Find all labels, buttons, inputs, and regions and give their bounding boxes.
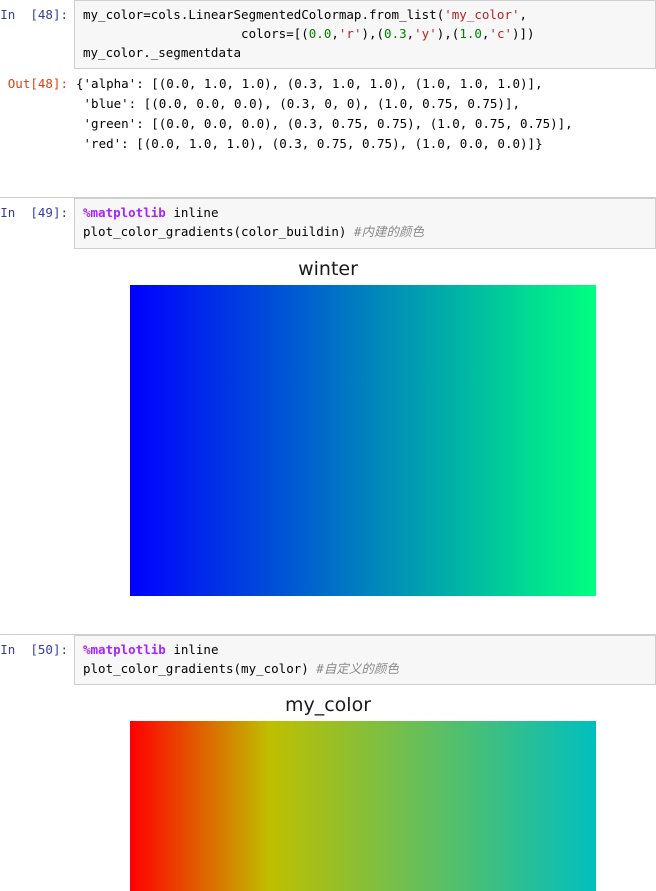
code-token-str: 'c' — [489, 25, 512, 41]
text-output-48: {'alpha': [(0.0, 1.0, 1.0), (0.3, 1.0, 1… — [74, 69, 656, 160]
code-token-plain: colors=[( — [83, 25, 309, 41]
code-token-plain: inline — [165, 205, 219, 221]
code-editor-50[interactable]: %matplotlib inline plot_color_gradients(… — [74, 634, 656, 686]
code-token-num: 0.0 — [308, 25, 332, 41]
cell-gap — [0, 159, 656, 197]
cell-prompt-out-48: Out[48]: — [7, 76, 68, 92]
code-token-num: 0.3 — [384, 25, 407, 41]
notebook-cell-input-48[interactable]: In [48]: my_color=cols.LinearSegmentedCo… — [0, 0, 656, 70]
code-token-magic: %matplotlib — [83, 205, 166, 221]
code-token-str: 'r' — [338, 25, 362, 41]
figure-title-winter: winter — [298, 257, 358, 280]
code-token-plain: , — [331, 25, 339, 41]
code-token-plain: ),( — [361, 25, 385, 41]
colormap-gradient-bar-mycolor — [130, 721, 596, 891]
cell-prompt-in-50: In [50]: — [0, 641, 68, 657]
figure-axes-mycolor — [0, 721, 656, 891]
cell-prompt-in-48: In [48]: — [0, 7, 68, 22]
figure-output-mycolor: my_color — [0, 685, 656, 891]
code-token-plain: inline — [165, 641, 219, 657]
notebook-cell-output-48: Out[48]: {'alpha': [(0.0, 1.0, 1.0), (0.… — [0, 69, 656, 160]
figure-output-winter: winter — [0, 248, 656, 596]
notebook-cell-input-50[interactable]: In [50]: %matplotlib inline plot_color_g… — [0, 633, 656, 686]
code-token-plain: ),( — [436, 25, 460, 41]
notebook-cell-input-49[interactable]: In [49]: %matplotlib inline plot_color_g… — [0, 197, 656, 249]
figure-title-mycolor: my_color — [284, 694, 372, 717]
code-token-plain: plot_color_gradients(my_color) — [83, 660, 317, 676]
code-token-str: 'y' — [414, 25, 437, 41]
code-token-plain: , — [519, 7, 528, 22]
code-token-num: 1.0 — [459, 25, 482, 41]
code-editor-49[interactable]: %matplotlib inline plot_color_gradients(… — [74, 198, 656, 249]
figure-axes-winter — [0, 284, 656, 596]
code-token-plain: my_color._segmentdata — [83, 44, 242, 60]
cell-prompt-in-49: In [49]: — [0, 205, 68, 221]
notebook: In [48]: my_color=cols.LinearSegmentedCo… — [0, 0, 656, 891]
code-token-plain: my_color=cols.LinearSegmentedColormap.fr… — [83, 7, 445, 22]
code-token-cmt: #自定义的颜色 — [316, 660, 399, 676]
code-editor-48[interactable]: my_color=cols.LinearSegmentedColormap.fr… — [74, 0, 656, 70]
code-token-str: 'my_color' — [444, 7, 520, 22]
colormap-gradient-bar-winter — [130, 284, 596, 596]
code-token-plain: plot_color_gradients(color_buildin) — [83, 224, 354, 239]
code-token-plain: )]) — [512, 25, 535, 41]
code-token-cmt: #内建的颜色 — [353, 224, 424, 239]
cell-gap-2 — [0, 596, 656, 634]
code-token-magic: %matplotlib — [83, 641, 166, 657]
